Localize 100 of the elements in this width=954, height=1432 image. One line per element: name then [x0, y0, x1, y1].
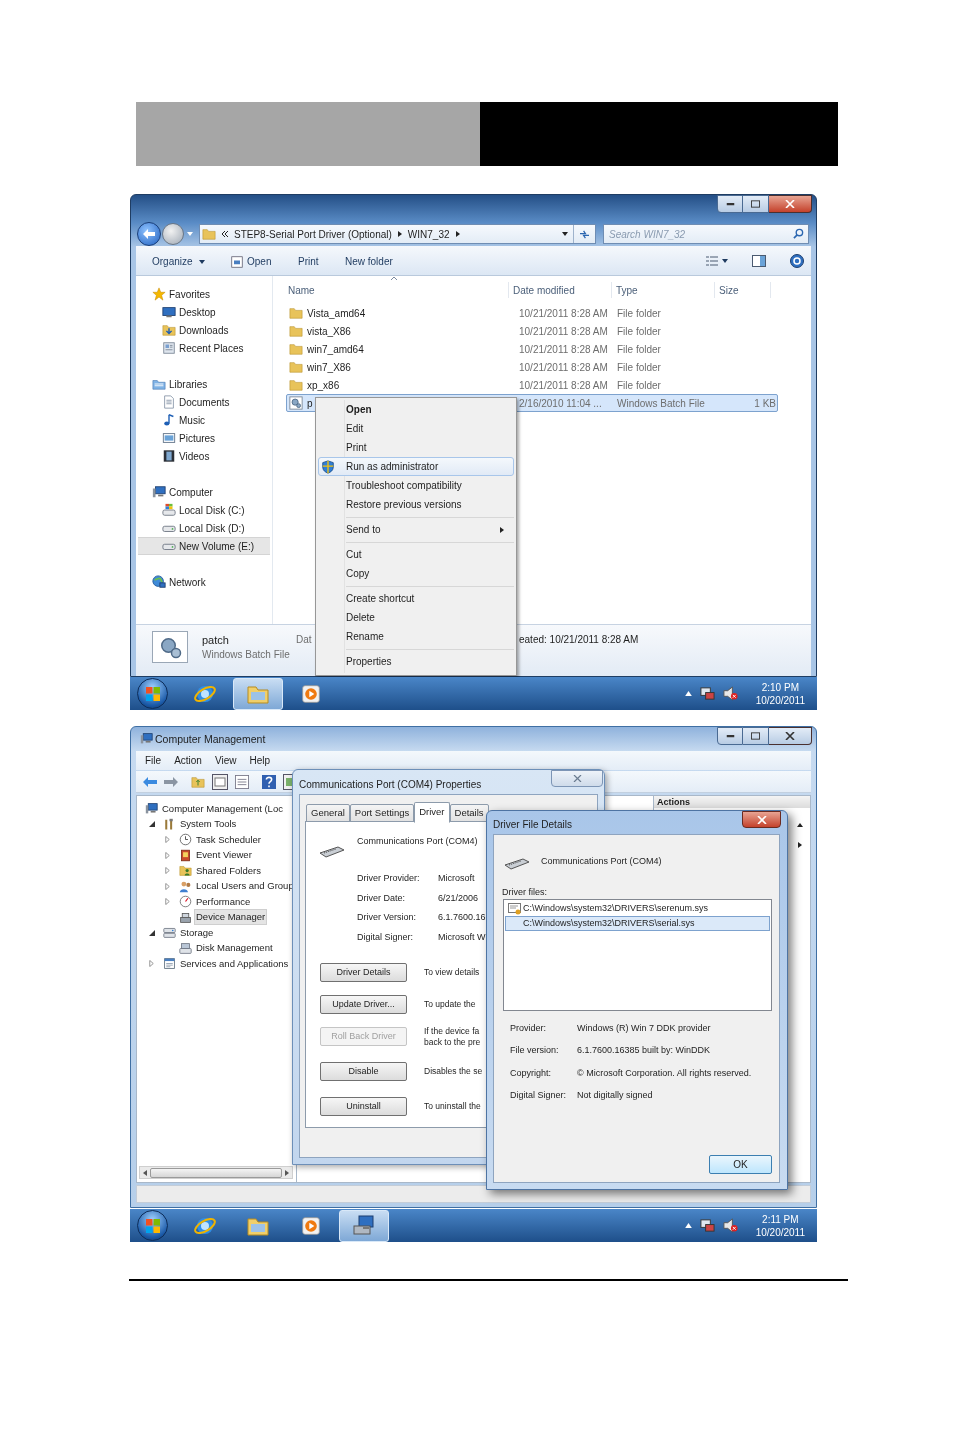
column-header[interactable]: Date modified [513, 282, 575, 298]
toolbar-button[interactable]: Print [298, 254, 319, 269]
ok-button[interactable]: OK [709, 1155, 772, 1174]
menu-bar-item[interactable]: File [145, 753, 162, 768]
menu-bar-item[interactable]: Action [174, 753, 202, 768]
dialog-button[interactable]: Driver Details [320, 963, 407, 982]
search-field[interactable]: Search WIN7_32 [603, 224, 809, 244]
nav-item[interactable]: Downloads [136, 321, 272, 339]
nav-item[interactable]: Computer [136, 483, 272, 501]
tree-item[interactable]: Services and Applications [178, 955, 291, 972]
minimize-button[interactable] [717, 727, 743, 745]
column-header[interactable]: Size [719, 282, 739, 298]
tree-item[interactable]: Event Viewer [194, 847, 254, 864]
close-button[interactable] [769, 727, 812, 745]
tree-item[interactable]: Disk Management [194, 940, 275, 957]
forward-button[interactable] [162, 223, 184, 245]
tab[interactable]: General [306, 804, 350, 822]
nav-item[interactable]: Local Disk (D:) [136, 519, 272, 537]
breadcrumb[interactable]: WIN7_32 [407, 226, 450, 242]
dialog-button[interactable]: Update Driver... [320, 995, 407, 1014]
maximize-button[interactable] [743, 727, 769, 745]
scroll-thumb[interactable] [150, 1167, 282, 1178]
nav-item[interactable]: Libraries [136, 375, 272, 393]
list-icon[interactable] [235, 774, 249, 789]
menu-item[interactable]: Send to [318, 520, 514, 539]
dropdown-caret-icon[interactable] [562, 232, 568, 236]
minimize-button[interactable] [717, 195, 743, 213]
nav-item[interactable]: Recent Places [136, 339, 272, 357]
toolbar-button[interactable]: New folder [345, 254, 393, 269]
breadcrumb-arrow-icon[interactable] [455, 231, 460, 237]
menu-item[interactable]: Edit [318, 419, 514, 438]
console-tree-icon[interactable] [212, 773, 228, 790]
scroll-left-icon[interactable] [143, 1169, 147, 1176]
nav-item[interactable]: Desktop [136, 303, 272, 321]
nav-item[interactable]: Network [136, 573, 272, 591]
menu-item[interactable]: Print [318, 438, 514, 457]
speaker-muted-icon[interactable] [722, 1218, 738, 1233]
horizontal-scrollbar[interactable] [139, 1166, 293, 1179]
nav-item[interactable]: Favorites [136, 285, 272, 303]
menu-item[interactable]: Copy [318, 564, 514, 583]
nav-item[interactable]: Music [136, 411, 272, 429]
expanded-arrow-icon[interactable] [149, 821, 155, 828]
show-hidden-icons-icon[interactable] [684, 691, 692, 696]
menu-item[interactable]: Rename [318, 627, 514, 646]
file-row[interactable]: Vista_amd64 10/21/2011 8:28 AM File folder [286, 304, 778, 322]
speaker-muted-icon[interactable] [722, 686, 738, 701]
address-bar[interactable]: STEP8-Serial Port Driver (Optional) WIN7_32 [199, 224, 596, 244]
start-button[interactable] [137, 678, 168, 709]
taskbar-button[interactable] [233, 677, 283, 710]
forward-arrow-icon[interactable] [164, 776, 178, 787]
start-button[interactable] [137, 1210, 168, 1241]
tree-item[interactable]: Device Manager [194, 909, 268, 926]
nav-item[interactable]: New Volume (E:) [138, 537, 270, 555]
network-icon[interactable] [699, 1218, 715, 1233]
menu-bar-item[interactable]: View [214, 753, 237, 768]
menu-item[interactable]: Restore previous versions [318, 495, 514, 514]
file-row[interactable]: win7_X86 10/21/2011 8:28 AM File folder [286, 358, 778, 376]
menu-item[interactable]: Properties [318, 652, 514, 671]
dialog-button[interactable]: Uninstall [320, 1097, 407, 1116]
file-list-row[interactable]: C:\Windows\system32\DRIVERS\serenum.sys [505, 901, 770, 916]
dialog-button[interactable]: Disable [320, 1062, 407, 1081]
back-arrow-icon[interactable] [143, 776, 157, 787]
close-button[interactable] [769, 195, 812, 213]
maximize-button[interactable] [743, 195, 769, 213]
expanded-arrow-icon[interactable] [149, 929, 155, 936]
tab[interactable]: Driver [414, 802, 450, 823]
menu-item[interactable]: Delete [318, 608, 514, 627]
menu-item[interactable]: Run as administrator [318, 457, 514, 476]
tree-item[interactable]: Storage [178, 924, 216, 941]
help-icon[interactable] [790, 254, 804, 268]
search-icon[interactable] [793, 228, 804, 239]
submenu-arrow-icon[interactable] [798, 842, 802, 848]
close-button[interactable] [742, 811, 781, 828]
tree-item[interactable]: Computer Management (Loc [160, 800, 285, 817]
toolbar-button[interactable]: Open [231, 254, 272, 269]
scroll-up-icon[interactable] [797, 823, 803, 827]
taskbar-button[interactable] [339, 1209, 389, 1242]
view-options-icon[interactable] [706, 256, 728, 266]
file-row[interactable]: xp_x86 10/21/2011 8:28 AM File folder [286, 376, 778, 394]
nav-item[interactable]: Pictures [136, 429, 272, 447]
column-header[interactable]: Name [288, 282, 315, 298]
menu-item[interactable]: Create shortcut [318, 589, 514, 608]
file-list-row[interactable]: C:\Windows\system32\DRIVERS\serial.sys [505, 916, 770, 931]
scroll-right-icon[interactable] [285, 1169, 289, 1176]
menu-item[interactable]: Troubleshoot compatibility [318, 476, 514, 495]
chevron-icon[interactable] [221, 231, 229, 237]
nav-item[interactable]: Local Disk (C:) [136, 501, 272, 519]
back-button[interactable] [137, 222, 161, 246]
tree-item[interactable]: System Tools [178, 816, 239, 833]
menu-item[interactable]: Cut [318, 545, 514, 564]
breadcrumb-arrow-icon[interactable] [397, 231, 402, 237]
help-icon[interactable] [262, 774, 276, 789]
tree-item[interactable]: Shared Folders [194, 862, 263, 879]
tree-item[interactable]: Task Scheduler [194, 831, 263, 848]
tab[interactable]: Details [449, 804, 489, 822]
nav-item[interactable]: Videos [136, 447, 272, 465]
tab[interactable]: Port Settings [349, 804, 415, 822]
network-icon[interactable] [699, 686, 715, 701]
column-header[interactable]: Type [616, 282, 638, 298]
file-row[interactable]: win7_amd64 10/21/2011 8:28 AM File folder [286, 340, 778, 358]
